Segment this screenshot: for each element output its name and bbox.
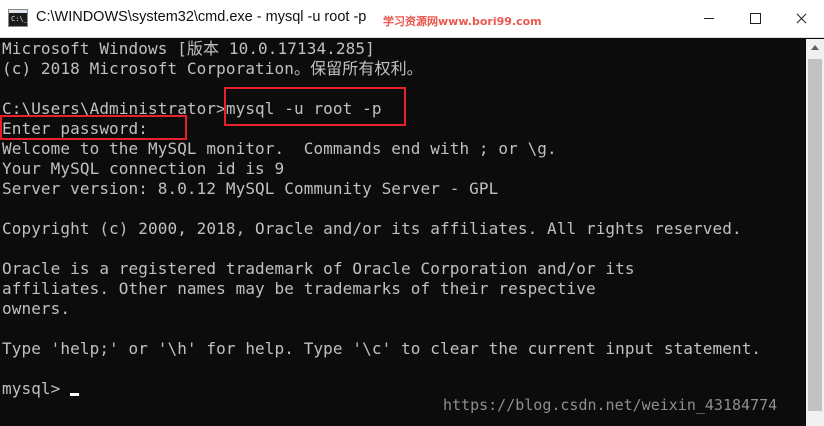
window-title: C:\WINDOWS\system32\cmd.exe - mysql -u r… (36, 9, 367, 25)
console-line: Welcome to the MySQL monitor. Commands e… (2, 139, 557, 158)
highlight-box-password (0, 115, 187, 140)
cmd-window: C:\WINDOWS\system32\cmd.exe - mysql -u r… (0, 0, 824, 426)
highlight-box-command (224, 87, 406, 126)
vertical-scrollbar[interactable] (806, 39, 824, 426)
console-line: owners. (2, 299, 71, 318)
console-line: (c) 2018 Microsoft Corporation。保留所有权利。 (2, 59, 423, 78)
console-line: affiliates. Other names may be trademark… (2, 279, 596, 298)
watermark-top: 学习资源网www.bori99.com (383, 15, 542, 28)
text-cursor (70, 393, 79, 396)
console-line: Oracle is a registered trademark of Orac… (2, 259, 635, 278)
console-line: Copyright (c) 2000, 2018, Oracle and/or … (2, 219, 742, 238)
scroll-thumb[interactable] (808, 59, 822, 411)
scroll-up-arrow-icon[interactable] (806, 39, 824, 57)
title-bar[interactable]: C:\WINDOWS\system32\cmd.exe - mysql -u r… (0, 0, 824, 38)
watermark-bottom: https://blog.csdn.net/weixin_43184774 (443, 396, 778, 414)
mysql-prompt: mysql> (2, 379, 71, 398)
cmd-app-icon[interactable] (8, 9, 28, 27)
console-line: Your MySQL connection id is 9 (2, 159, 285, 178)
console-line: Microsoft Windows [版本 10.0.17134.285] (2, 39, 375, 58)
maximize-button[interactable] (732, 0, 778, 37)
close-button[interactable] (778, 0, 824, 37)
minimize-button[interactable] (686, 0, 732, 37)
console-line: Type 'help;' or '\h' for help. Type '\c'… (2, 339, 762, 358)
console-line: Server version: 8.0.12 MySQL Community S… (2, 179, 499, 198)
